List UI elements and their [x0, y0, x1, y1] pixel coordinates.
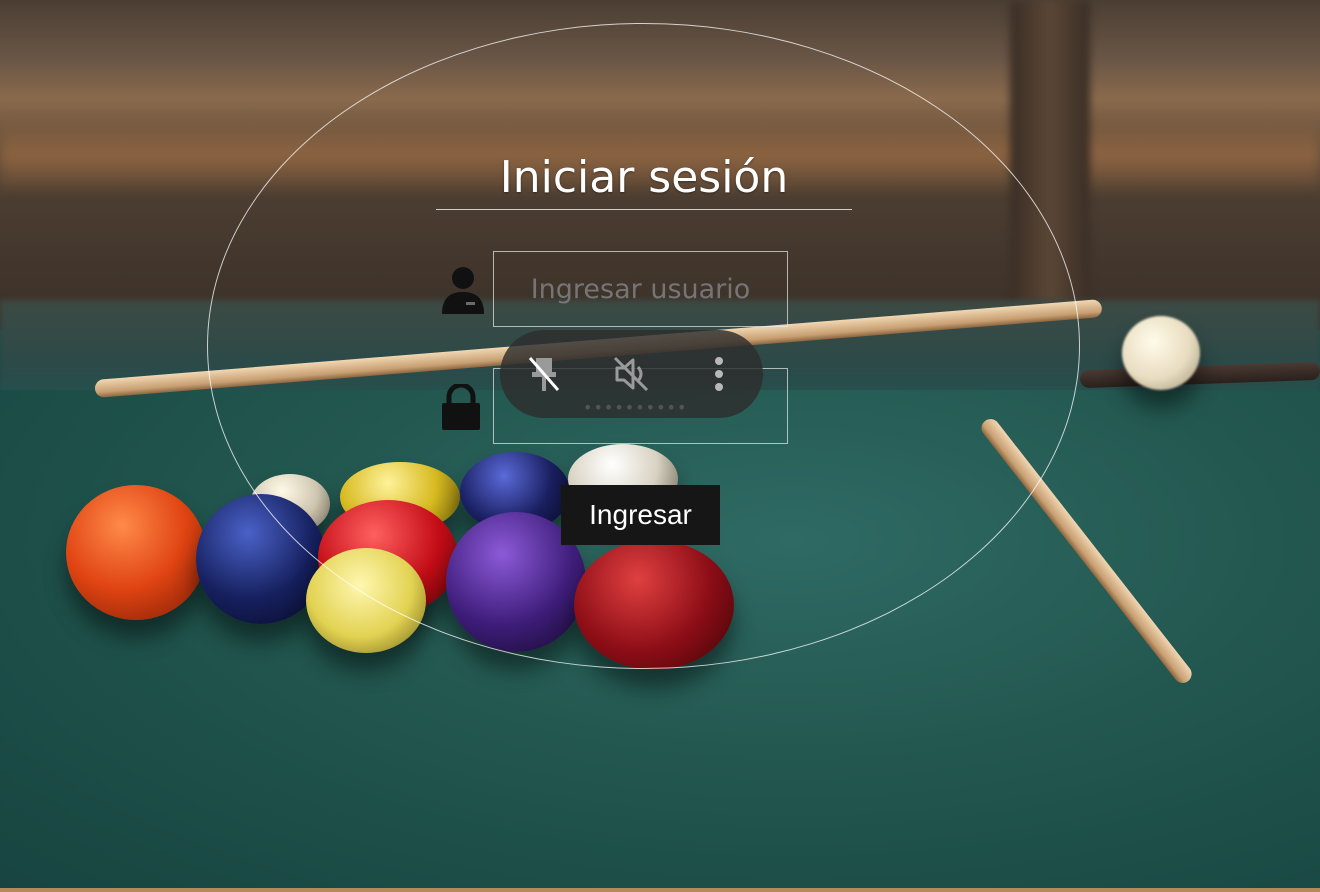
background-ball	[66, 485, 206, 620]
page-title: Iniciar sesión	[499, 152, 789, 203]
username-input[interactable]	[493, 251, 788, 327]
background-bottom-edge	[0, 888, 1320, 892]
user-icon	[440, 266, 486, 314]
lock-icon	[440, 382, 482, 430]
background-cue-ball	[1122, 316, 1200, 390]
more-vertical-icon[interactable]	[689, 330, 749, 418]
title-divider	[436, 209, 852, 210]
mute-icon[interactable]	[601, 330, 661, 418]
login-button[interactable]: Ingresar	[561, 485, 720, 545]
unpin-icon[interactable]	[514, 330, 574, 418]
